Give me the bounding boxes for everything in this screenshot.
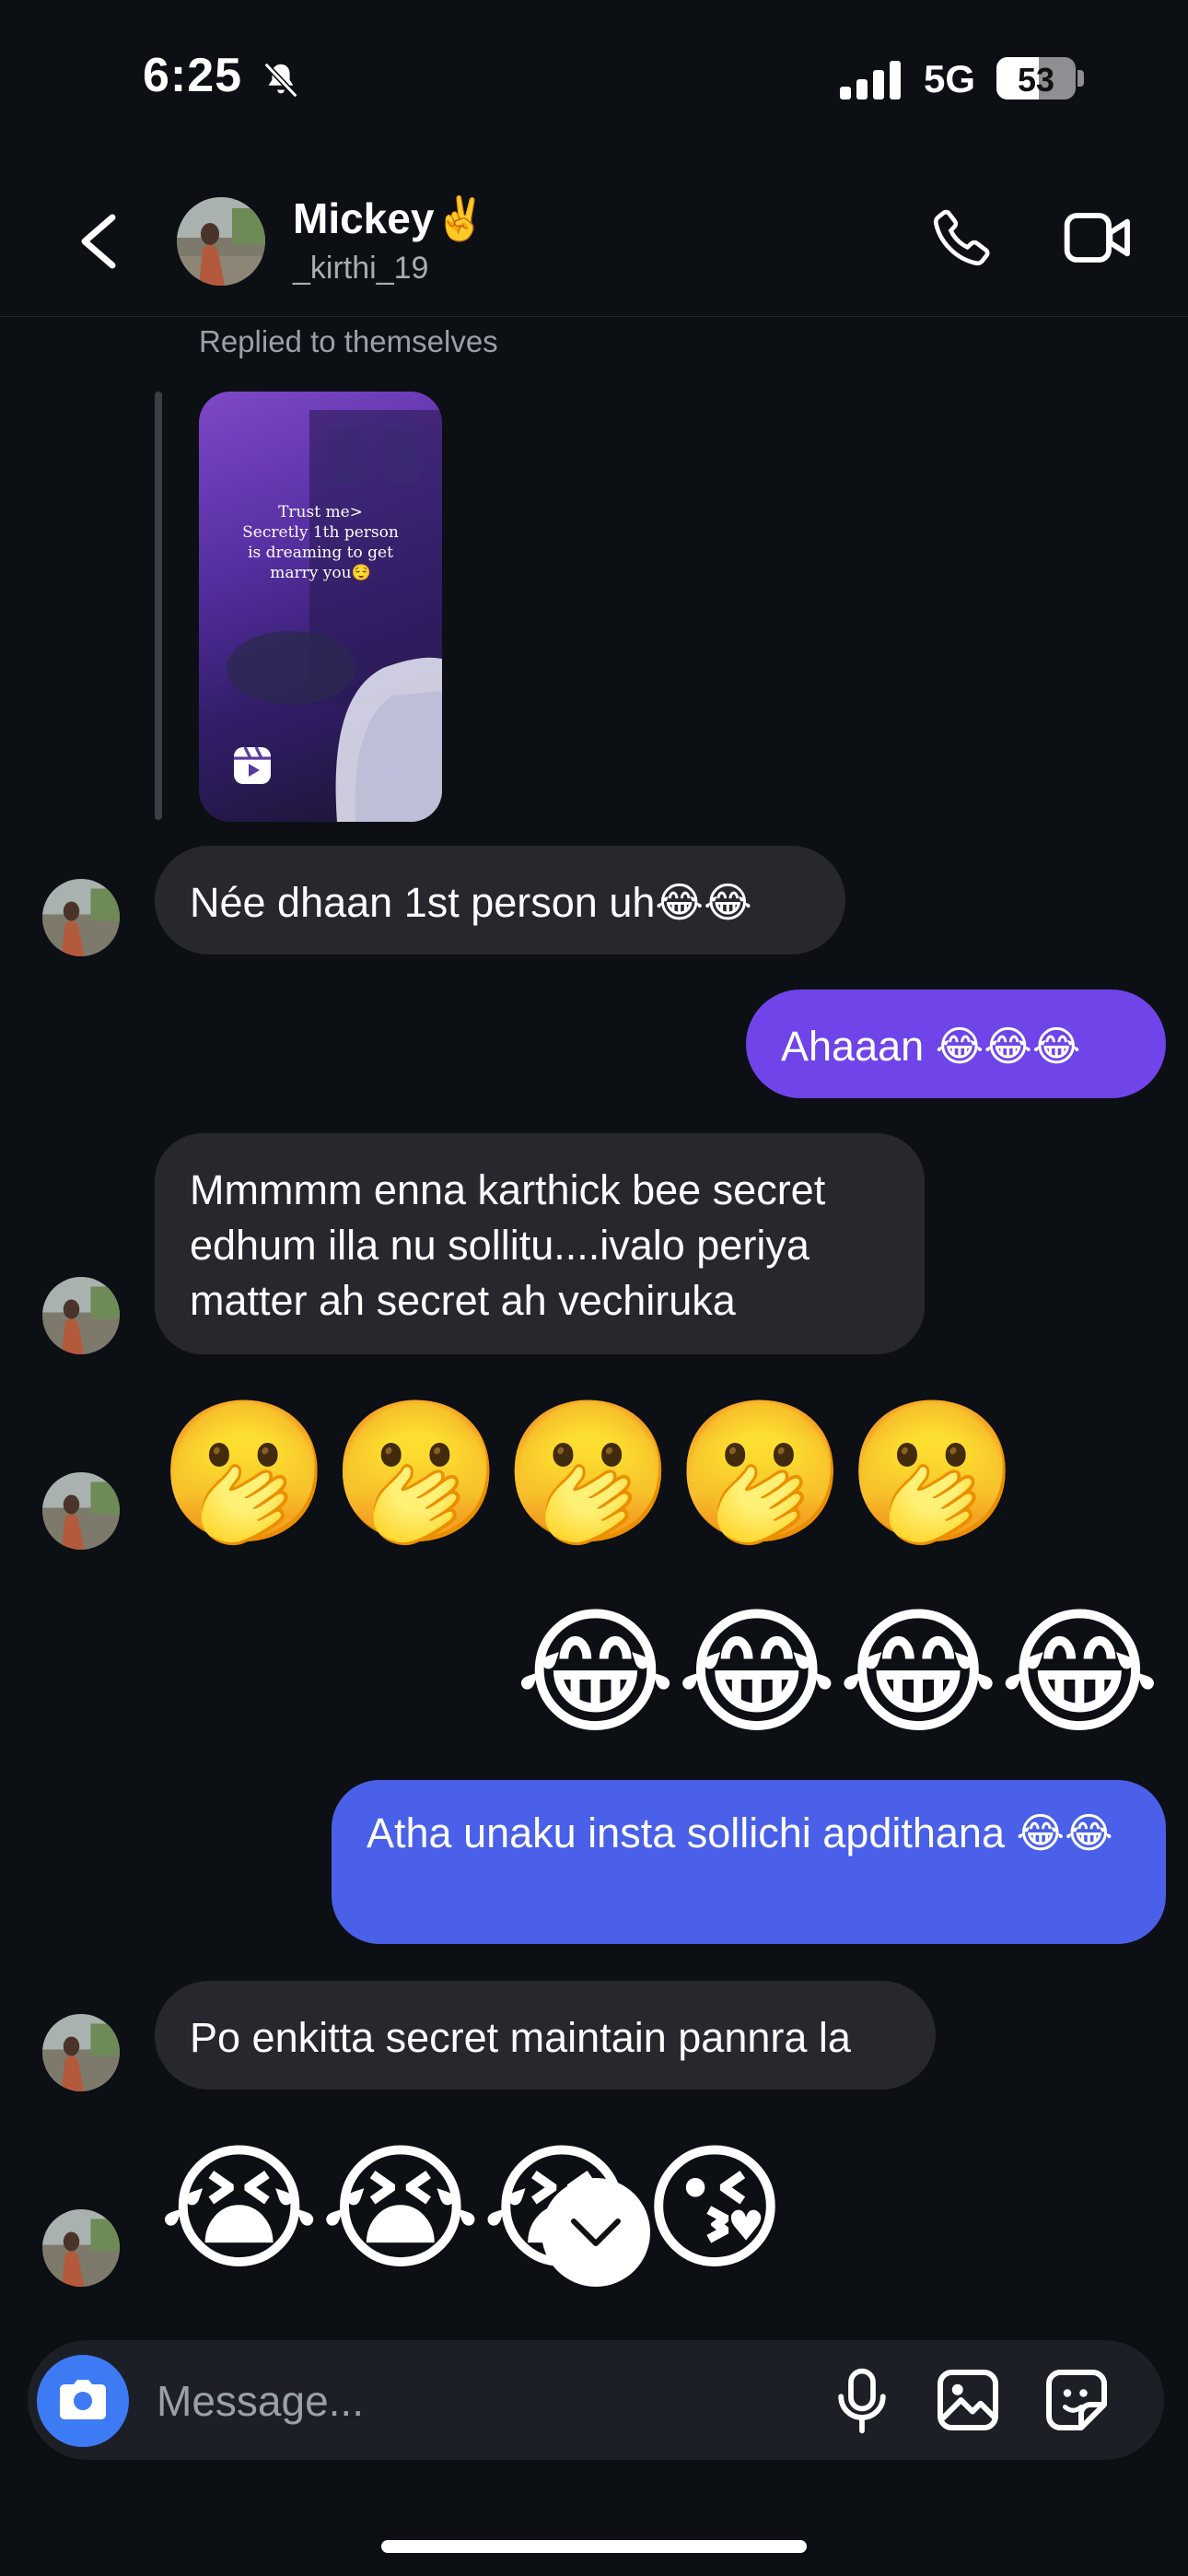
scroll-to-bottom-button[interactable] <box>542 2178 650 2287</box>
message-bubble[interactable]: Née dhaan 1st person uh😂😂 <box>155 846 845 954</box>
camera-icon <box>60 2380 106 2419</box>
sticker-icon[interactable] <box>1044 2368 1109 2432</box>
header-avatar[interactable] <box>177 197 265 286</box>
bell-muted-icon <box>263 62 298 99</box>
sender-avatar[interactable] <box>42 879 120 956</box>
reel-preview[interactable]: Trust me> Secretly 1th person is dreamin… <box>199 392 442 822</box>
message-input[interactable] <box>155 2377 803 2425</box>
message-bubble[interactable]: Ahaaan 😂😂😂 <box>746 989 1166 1098</box>
emoji-message[interactable]: 🫢🫢🫢🫢🫢 <box>158 1402 1019 1540</box>
message-bubble[interactable]: Mmmmm enna karthick bee secret edhum ill… <box>155 1133 925 1354</box>
phone-icon[interactable] <box>930 205 995 269</box>
contact-username[interactable]: _kirthi_19 <box>293 251 428 287</box>
status-time: 6:25 <box>143 49 243 102</box>
contact-name[interactable]: Mickey✌️ <box>293 193 487 244</box>
message-bubble[interactable]: Atha unaku insta sollichi apdithana 😂😂 <box>332 1780 1166 1944</box>
camera-button[interactable] <box>37 2355 129 2447</box>
reels-icon <box>234 746 271 784</box>
sender-avatar[interactable] <box>42 1277 120 1354</box>
emoji-message[interactable]: 😭😭😭😘 <box>158 2139 786 2277</box>
microphone-icon[interactable] <box>834 2368 890 2434</box>
emoji-message[interactable]: 😂😂😂😂 <box>515 1603 1160 1741</box>
image-icon[interactable] <box>936 2368 1000 2432</box>
signal-icon <box>840 61 901 100</box>
network-type: 5G <box>924 57 976 100</box>
replied-note: Replied to themselves <box>199 324 498 358</box>
sender-avatar[interactable] <box>42 2209 120 2287</box>
battery-cap <box>1077 70 1084 87</box>
sender-avatar[interactable] <box>42 2014 120 2091</box>
message-bubble[interactable]: Po enkitta secret maintain pannra la <box>155 1981 936 2090</box>
sender-avatar[interactable] <box>42 1472 120 1550</box>
reel-caption: Trust me> Secretly 1th person is dreamin… <box>242 503 399 582</box>
battery-level: 53 <box>1017 61 1055 99</box>
chevron-left-icon[interactable] <box>76 212 122 271</box>
home-indicator <box>381 2540 807 2553</box>
battery-icon: 53 <box>996 57 1076 100</box>
header-divider <box>0 316 1188 317</box>
reply-bar <box>155 392 162 820</box>
chevron-down-icon <box>571 2219 621 2246</box>
video-camera-icon[interactable] <box>1063 208 1133 267</box>
